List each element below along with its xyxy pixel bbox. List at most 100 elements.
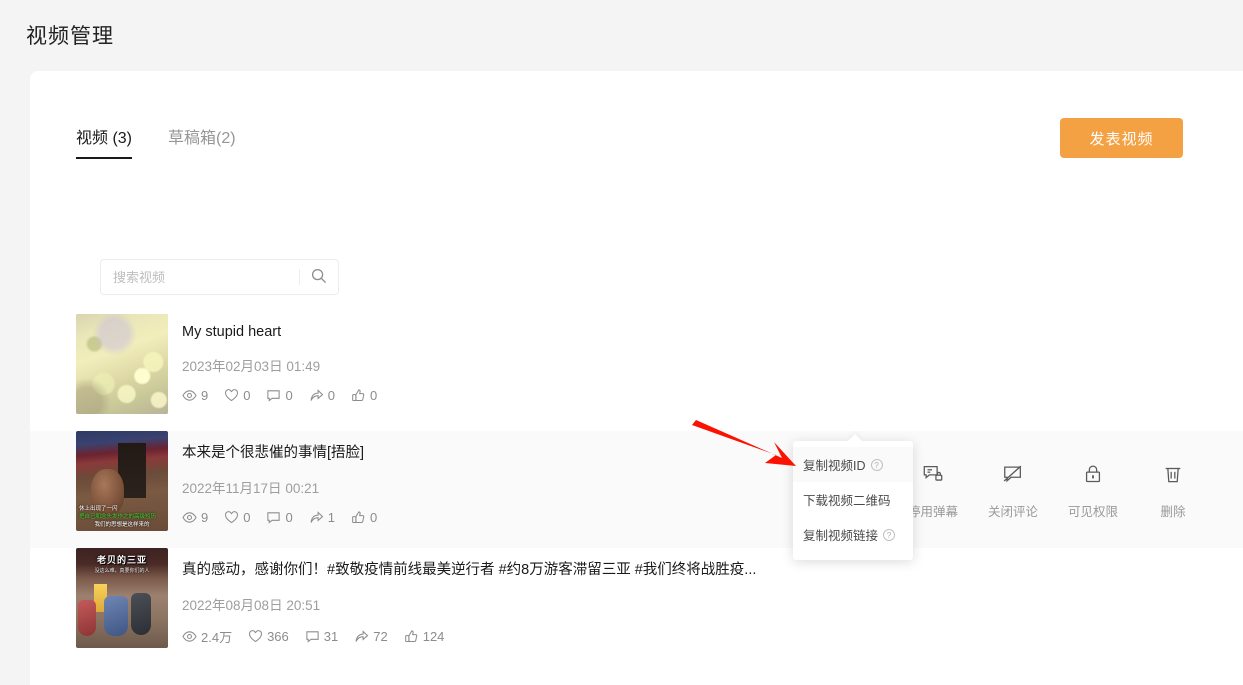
visibility-permission-button[interactable]: 可见权限 — [1053, 457, 1133, 520]
stat-shares-value: 72 — [373, 629, 388, 644]
video-stats: 9 0 — [182, 510, 377, 525]
danmaku-lock-icon — [916, 457, 950, 491]
comment-icon — [266, 510, 281, 525]
help-icon[interactable]: ? — [870, 458, 883, 471]
help-icon[interactable]: ? — [883, 528, 896, 541]
stat-likes-value: 0 — [243, 510, 251, 525]
close-comments-button[interactable]: 关闭评论 — [973, 457, 1053, 520]
tab-videos[interactable]: 视频 (3) — [76, 124, 133, 159]
dropdown-item-download-qrcode[interactable]: 下载视频二维码 — [793, 482, 913, 517]
thumbs-up-icon — [351, 388, 366, 403]
stat-views: 9 — [182, 388, 208, 403]
video-date: 2022年11月17日 00:21 — [182, 481, 320, 496]
trash-icon — [1156, 457, 1190, 491]
video-thumbnail[interactable]: 休上出现了一闪 把自己和念头发作之的高级短历 我们的思想是这样来的 — [76, 431, 168, 531]
page-header: 视频管理 — [0, 0, 1243, 70]
search-input[interactable] — [101, 269, 299, 285]
stat-likes: 0 — [224, 388, 250, 403]
lock-icon — [1076, 457, 1110, 491]
stat-shares-value: 1 — [327, 510, 335, 525]
stat-views-value: 9 — [201, 510, 209, 525]
close-comments-label: 关闭评论 — [987, 505, 1038, 519]
stat-comments: 31 — [305, 629, 338, 644]
stat-comments-value: 0 — [285, 388, 293, 403]
stat-likes: 366 — [248, 629, 289, 644]
thumbs-up-icon — [404, 629, 419, 644]
delete-button[interactable]: 删除 — [1133, 457, 1213, 520]
thumbnail-overlay-title: 老贝的三亚 — [96, 555, 147, 565]
stat-shares: 72 — [354, 629, 388, 644]
stat-views-value: 9 — [201, 388, 209, 403]
heart-icon — [224, 510, 239, 525]
eye-icon — [182, 510, 197, 525]
page-title: 视频管理 — [26, 25, 114, 48]
video-stats: 9 0 — [182, 388, 377, 403]
thumbnail-shape — [103, 596, 128, 636]
disable-danmaku-label: 停用弹幕 — [907, 505, 958, 519]
stat-thumbs: 0 — [351, 510, 377, 525]
stat-thumbs-value: 124 — [422, 629, 445, 644]
heart-icon — [248, 629, 263, 644]
stat-thumbs: 124 — [404, 629, 445, 644]
share-icon — [309, 510, 324, 525]
stat-views: 2.4万 — [182, 627, 232, 646]
video-list: My stupid heart 2023年02月03日 01:49 9 0 0 … — [30, 314, 1243, 665]
video-meta: 本来是个很悲催的事情[捂脸] 2022年11月17日 00:21 9 0 0 1… — [168, 431, 377, 525]
comment-icon — [266, 388, 281, 403]
table-row[interactable]: My stupid heart 2023年02月03日 01:49 9 0 0 … — [30, 314, 1243, 431]
video-meta: My stupid heart 2023年02月03日 01:49 9 0 0 … — [168, 314, 377, 403]
stat-comments: 0 — [266, 510, 293, 525]
video-thumbnail[interactable] — [76, 314, 168, 414]
comment-off-icon — [996, 457, 1030, 491]
stat-likes: 0 — [224, 510, 250, 525]
dropdown-item-label: 复制视频链接 — [803, 529, 879, 543]
stat-shares-value: 0 — [327, 388, 335, 403]
thumbnail-subtitle-line1: 休上出现了一闪 — [79, 506, 118, 512]
stat-thumbs-value: 0 — [369, 388, 378, 403]
search-box — [100, 259, 339, 295]
eye-icon — [182, 388, 197, 403]
publish-video-button[interactable]: 发表视频 — [1060, 118, 1183, 158]
thumbnail-subtitle-line3: 我们的思想是这样来的 — [94, 522, 150, 528]
stat-comments-value: 31 — [323, 629, 339, 644]
thumbnail-shape — [131, 593, 152, 635]
comment-icon — [305, 629, 320, 644]
visibility-permission-label: 可见权限 — [1067, 505, 1118, 519]
thumbnail-subtitle: 休上出现了一闪 把自己和念头发作之的高级短历 我们的思想是这样来的 — [76, 505, 168, 529]
dropdown-item-copy-video-link[interactable]: 复制视频链接 ? — [793, 517, 913, 552]
table-row[interactable]: 休上出现了一闪 把自己和念头发作之的高级短历 我们的思想是这样来的 本来是个很悲… — [30, 431, 1243, 548]
stat-views-value: 2.4万 — [201, 630, 233, 645]
video-management-page: 视频管理 视频 (3) 草稿箱(2) 发表视频 搜索视频 My stupid h… — [0, 0, 1243, 685]
video-stats: 2.4万 366 31 72 124 — [182, 627, 756, 646]
video-date: 2022年08月08日 20:51 — [182, 598, 321, 613]
thumbs-up-icon — [351, 510, 366, 525]
stat-thumbs: 0 — [351, 388, 377, 403]
stat-likes-value: 366 — [267, 629, 289, 644]
stat-comments: 0 — [266, 388, 293, 403]
dropdown-item-copy-video-id[interactable]: 复制视频ID ? — [793, 447, 913, 482]
stat-comments-value: 0 — [285, 510, 293, 525]
stat-views: 9 — [182, 510, 208, 525]
more-actions-dropdown: 复制视频ID ? 下载视频二维码 复制视频链接 ? — [793, 441, 913, 560]
thumbnail-subtitle-line2: 把自己和念头发作之的高级短历 — [79, 514, 157, 520]
share-icon — [309, 388, 324, 403]
video-title[interactable]: My stupid heart — [182, 324, 377, 340]
delete-label: 删除 — [1160, 505, 1186, 519]
search-button[interactable] — [300, 260, 338, 294]
video-title[interactable]: 真的感动，感谢你们！#致敬疫情前线最美逆行者 #约8万游客滞留三亚 #我们终将战… — [182, 558, 756, 579]
video-date: 2023年02月03日 01:49 — [182, 359, 321, 374]
thumbnail-image — [76, 314, 168, 414]
stat-thumbs-value: 0 — [369, 510, 378, 525]
tab-drafts[interactable]: 草稿箱(2) — [168, 124, 236, 159]
table-row[interactable]: 老贝的三亚 没这么难，真要你们的人 真的感动，感谢你们！#致敬疫情前线最美逆行者… — [30, 548, 1243, 665]
content-card: 视频 (3) 草稿箱(2) 发表视频 搜索视频 My stupid heart … — [30, 71, 1243, 685]
video-meta: 真的感动，感谢你们！#致敬疫情前线最美逆行者 #约8万游客滞留三亚 #我们终将战… — [168, 548, 756, 646]
stat-likes-value: 0 — [243, 388, 251, 403]
video-thumbnail[interactable]: 老贝的三亚 没这么难，真要你们的人 — [76, 548, 168, 648]
search-icon — [311, 268, 327, 287]
thumbnail-overlay-subtitle: 没这么难，真要你们的人 — [94, 568, 150, 574]
heart-icon — [224, 388, 239, 403]
share-icon — [354, 629, 369, 644]
dropdown-item-label: 下载视频二维码 — [803, 494, 891, 508]
video-title[interactable]: 本来是个很悲催的事情[捂脸] — [182, 441, 377, 462]
